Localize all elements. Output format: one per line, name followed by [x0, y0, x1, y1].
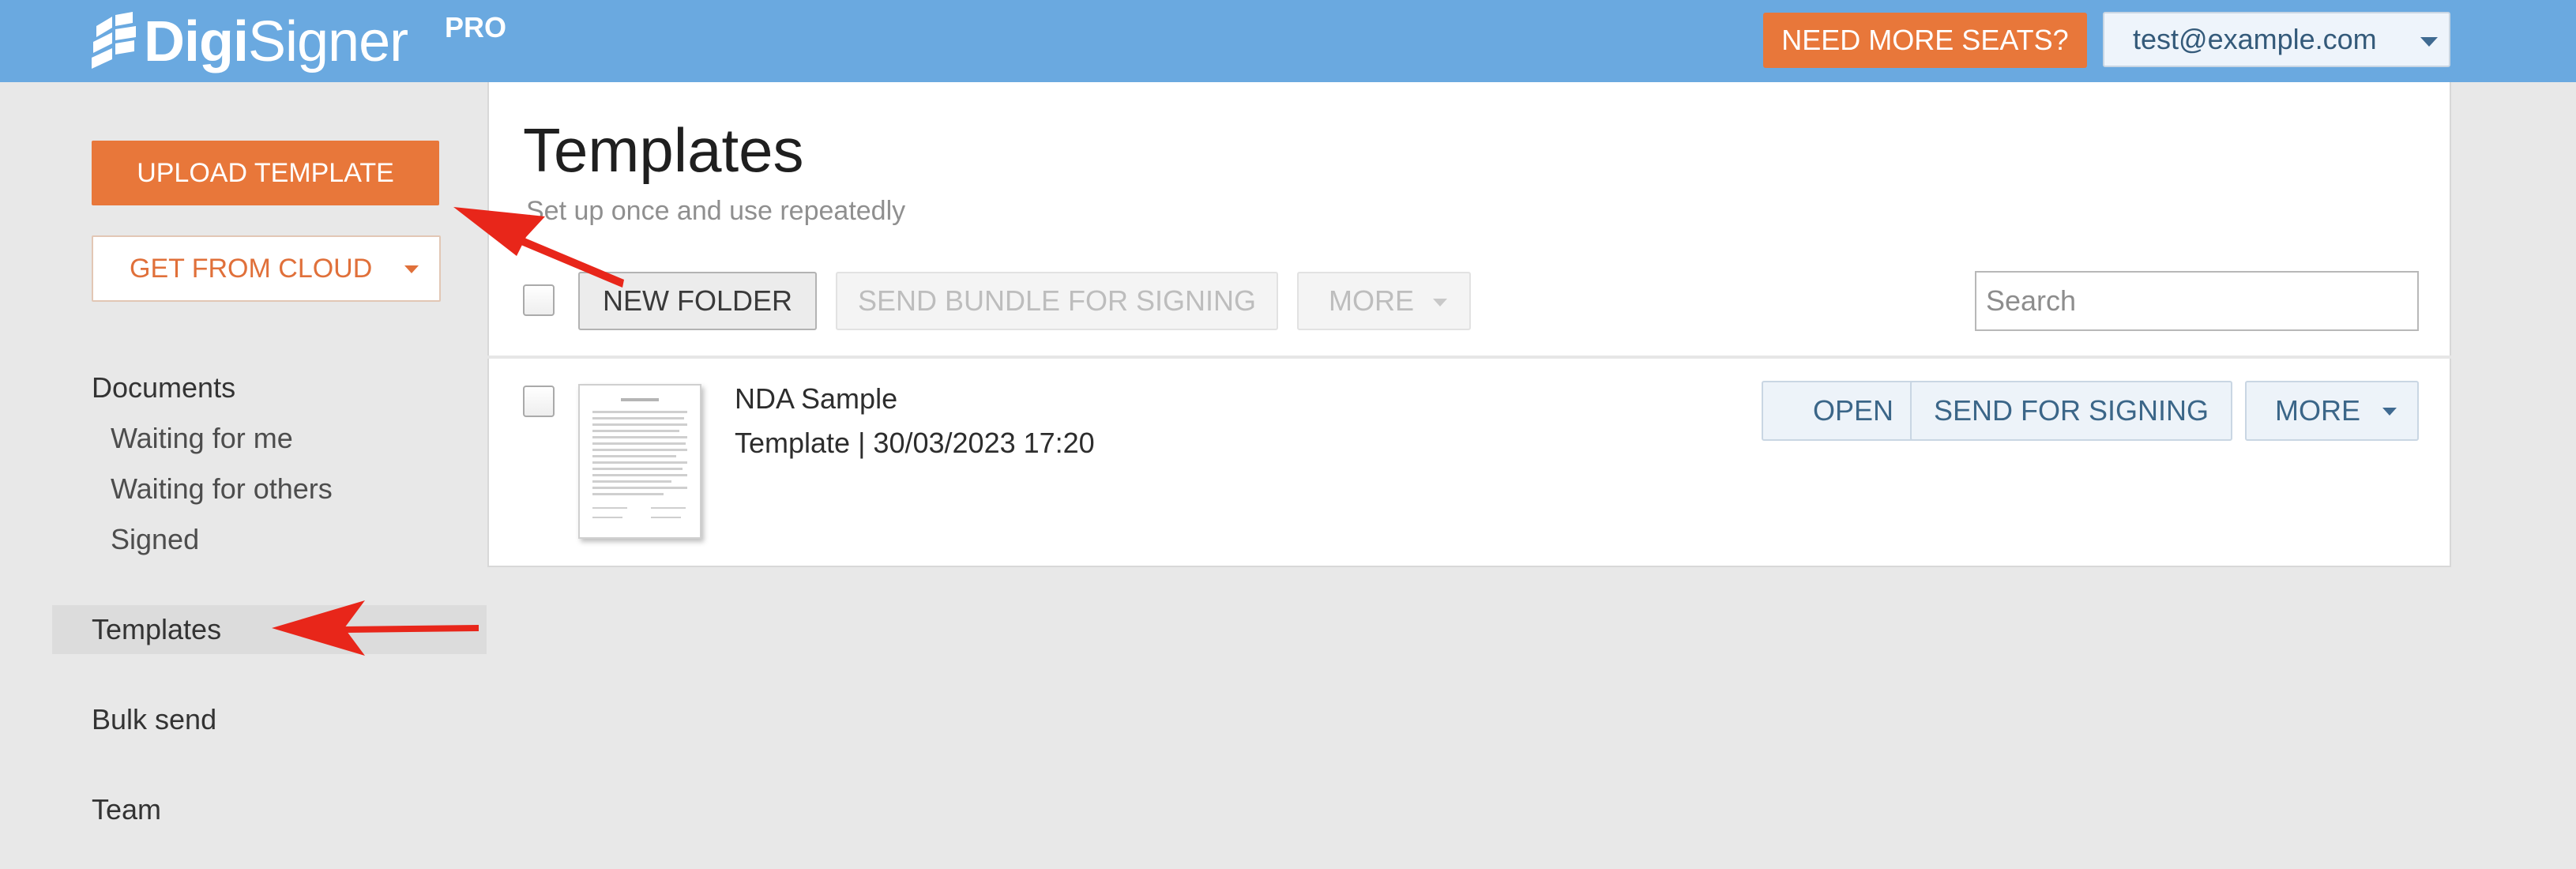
- select-all-checkbox[interactable]: [523, 284, 555, 316]
- user-menu-dropdown[interactable]: test@example.com: [2103, 12, 2450, 67]
- page-subtitle: Set up once and use repeatedly: [526, 196, 906, 226]
- get-from-cloud-label: GET FROM CLOUD: [130, 253, 373, 284]
- pro-badge: PRO: [445, 11, 507, 43]
- send-bundle-button[interactable]: SEND BUNDLE FOR SIGNING: [836, 272, 1278, 330]
- sidebar-item-signed[interactable]: Signed: [111, 523, 199, 556]
- need-more-seats-button[interactable]: NEED MORE SEATS?: [1763, 13, 2087, 68]
- chevron-down-icon: [404, 265, 419, 273]
- chevron-down-icon: [2382, 408, 2397, 416]
- list-divider: [487, 356, 2451, 359]
- template-name[interactable]: NDA Sample: [735, 382, 897, 416]
- chevron-down-icon: [2420, 37, 2438, 47]
- sidebar-item-documents[interactable]: Documents: [92, 371, 235, 404]
- sidebar-item-waiting-for-me[interactable]: Waiting for me: [111, 422, 293, 455]
- template-meta: Template | 30/03/2023 17:20: [735, 427, 1095, 459]
- toolbar-more-dropdown[interactable]: MORE: [1297, 272, 1471, 330]
- upload-template-button[interactable]: UPLOAD TEMPLATE: [92, 141, 439, 205]
- row-checkbox[interactable]: [523, 386, 555, 417]
- document-preview-icon: [592, 398, 687, 518]
- row-more-dropdown[interactable]: MORE: [2245, 381, 2419, 441]
- sidebar-item-templates[interactable]: Templates: [92, 613, 221, 646]
- digisigner-logo[interactable]: DigiSigner: [92, 8, 408, 76]
- toolbar-more-label: MORE: [1329, 284, 1414, 317]
- row-more-label: MORE: [2275, 394, 2360, 427]
- logo-mark-icon: [92, 12, 136, 69]
- logo-text-regular: Signer: [247, 10, 408, 73]
- sidebar-item-bulk-send[interactable]: Bulk send: [92, 703, 216, 736]
- chevron-down-icon: [1433, 299, 1447, 307]
- sidebar-item-team[interactable]: Team: [92, 793, 161, 826]
- get-from-cloud-dropdown[interactable]: GET FROM CLOUD: [92, 235, 441, 302]
- logo-text-bold: Digi: [144, 10, 249, 73]
- new-folder-button[interactable]: NEW FOLDER: [578, 272, 817, 330]
- page-title: Templates: [523, 115, 804, 185]
- sidebar-item-waiting-for-others[interactable]: Waiting for others: [111, 472, 333, 506]
- search-input[interactable]: [1975, 271, 2419, 331]
- document-thumbnail[interactable]: [578, 384, 701, 539]
- user-email: test@example.com: [2133, 23, 2377, 55]
- send-for-signing-button[interactable]: SEND FOR SIGNING: [1910, 381, 2232, 441]
